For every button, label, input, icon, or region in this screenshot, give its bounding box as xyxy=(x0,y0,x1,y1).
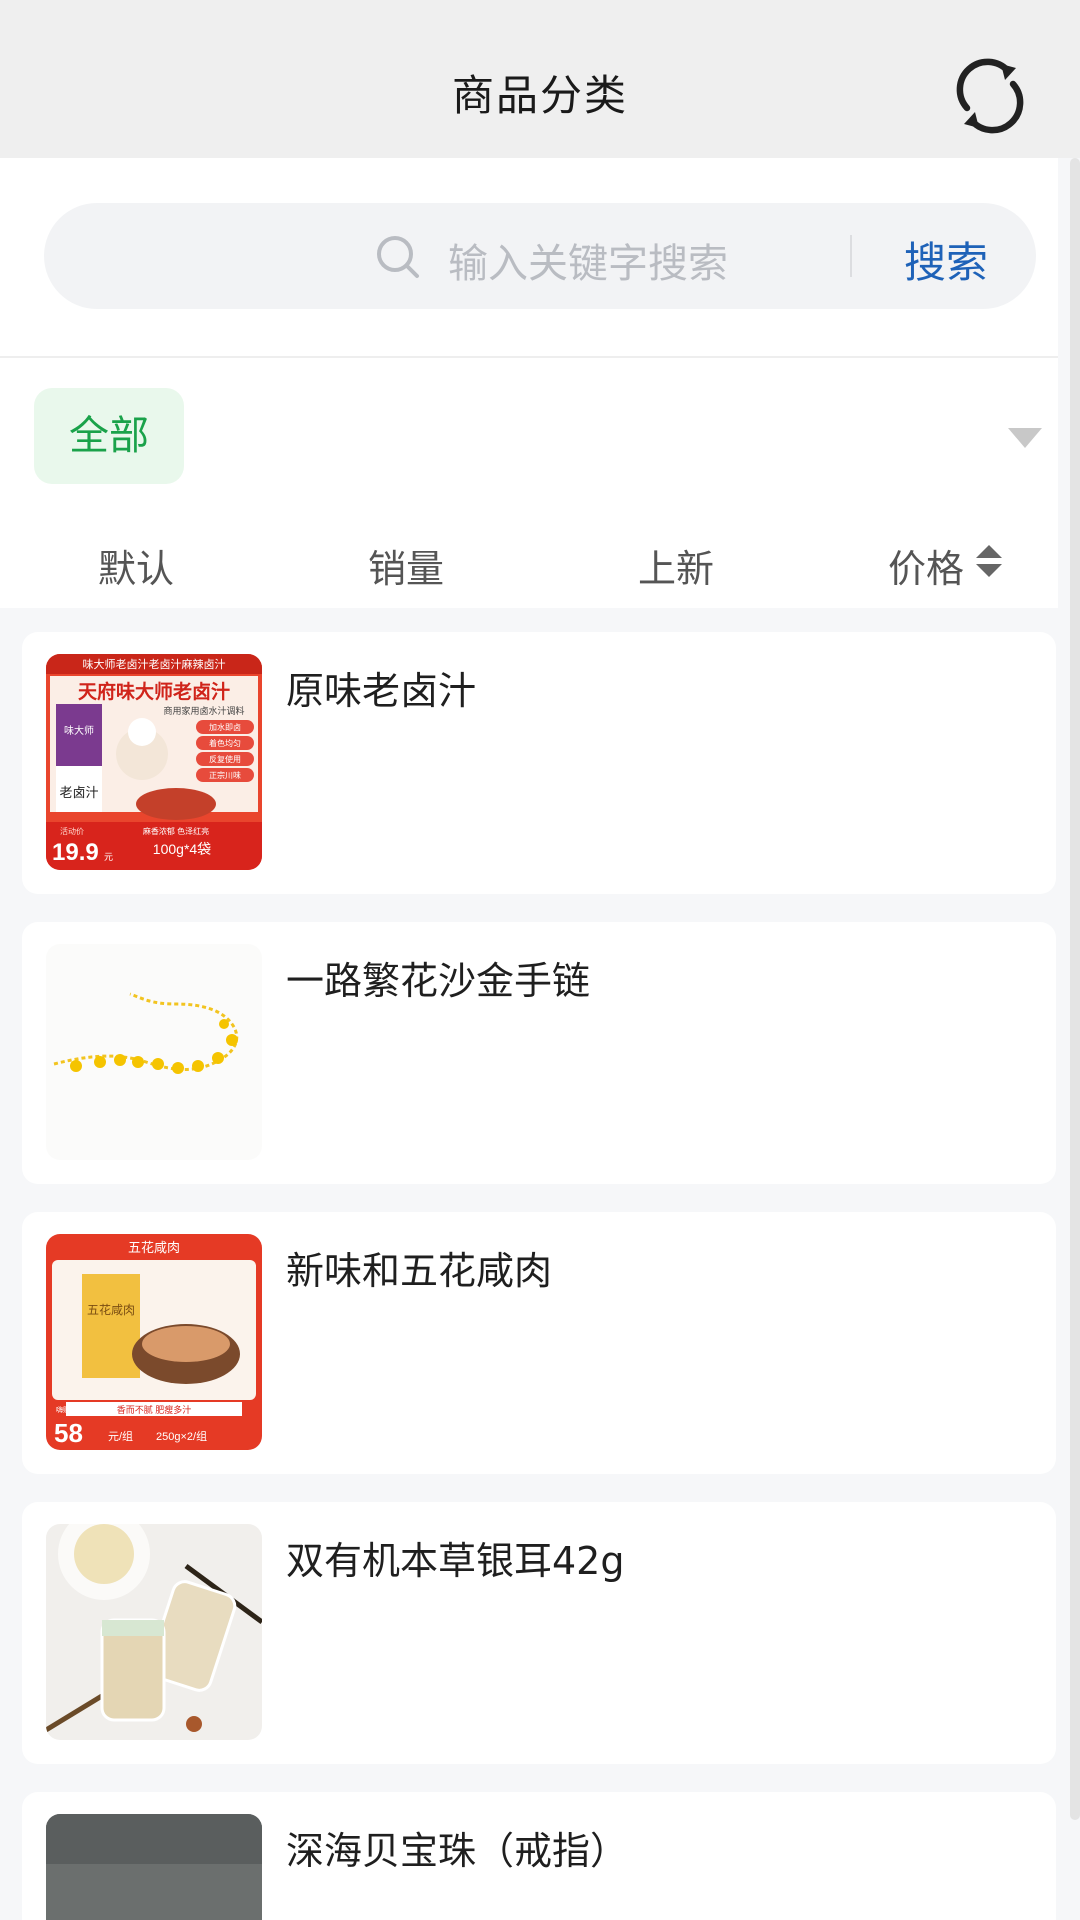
thumb-feature: 加水即卤 xyxy=(209,722,241,732)
product-card[interactable]: 双有机本草银耳42g xyxy=(22,1502,1056,1764)
thumb-price-tag: 嗨购价 xyxy=(56,1405,77,1414)
product-image: 味大师老卤汁老卤汁麻辣卤汁 天府味大师老卤汁 商用家用卤水汁调料 味大师 老卤汁… xyxy=(46,654,262,870)
scrollbar[interactable] xyxy=(1070,158,1080,1820)
product-title[interactable]: 新味和五花咸肉 xyxy=(286,1240,552,1295)
search-input[interactable]: 输入关键字搜索 搜索 xyxy=(44,203,1036,309)
page-title: 商品分类 xyxy=(451,71,628,120)
thumb-spec: 250g×2/组 xyxy=(156,1429,207,1443)
chevron-down-icon[interactable] xyxy=(1008,428,1042,448)
product-card[interactable]: 味大师老卤汁老卤汁麻辣卤汁 天府味大师老卤汁 商用家用卤水汁调料 味大师 老卤汁… xyxy=(22,632,1056,894)
search-placeholder: 输入关键字搜索 xyxy=(448,241,728,287)
product-title[interactable]: 一路繁花沙金手链 xyxy=(286,950,590,1005)
thumb-price: 19.9 xyxy=(52,839,99,866)
thumb-feature: 正宗川味 xyxy=(209,770,241,780)
sort-tab-new[interactable]: 上新 xyxy=(638,538,714,593)
product-image xyxy=(46,1524,262,1740)
thumb-package-text: 五花咸肉 xyxy=(87,1302,135,1317)
search-section: 输入关键字搜索 搜索 xyxy=(0,158,1058,358)
product-card[interactable]: 五花咸肉 五花咸肉 香而不腻 肥瘦多汁 嗨购价 58 元/组 250g×2/组 … xyxy=(22,1212,1056,1474)
thumb-spec: 100g*4袋 xyxy=(153,841,211,857)
product-title[interactable]: 原味老卤汁 xyxy=(286,660,476,715)
thumb-feature: 反复使用 xyxy=(209,754,241,764)
product-title[interactable]: 双有机本草银耳42g xyxy=(286,1530,624,1585)
thumb-price-tag: 活动价 xyxy=(60,826,84,836)
thumb-price-unit: 元/组 xyxy=(108,1429,133,1443)
thumb-price-unit: 元 xyxy=(104,852,113,862)
search-icon xyxy=(377,236,419,278)
sort-tab-price[interactable]: 价格 xyxy=(888,538,964,593)
thumb-banner: 五花咸肉 xyxy=(128,1240,180,1255)
category-chip-all[interactable]: 全部 xyxy=(34,388,184,484)
product-image: 五花咸肉 五花咸肉 香而不腻 肥瘦多汁 嗨购价 58 元/组 250g×2/组 xyxy=(46,1234,262,1450)
product-image xyxy=(46,944,262,1160)
product-card[interactable]: 深海贝宝珠（戒指） xyxy=(22,1792,1056,1920)
sort-tab-default[interactable]: 默认 xyxy=(98,538,174,593)
sort-arrows-icon[interactable] xyxy=(974,541,1004,581)
thumb-package-brand: 味大师 xyxy=(64,724,94,737)
refresh-icon xyxy=(956,58,1024,134)
thumb-top-banner: 味大师老卤汁老卤汁麻辣卤汁 xyxy=(83,657,226,671)
filter-section: 全部 默认 销量 上新 价格 xyxy=(0,358,1058,608)
thumb-tagline: 麻香浓郁 色泽红亮 xyxy=(143,826,209,836)
refresh-button[interactable] xyxy=(950,56,1030,136)
product-image xyxy=(46,1814,262,1920)
search-divider xyxy=(850,235,852,277)
thumb-subline: 商用家用卤水汁调料 xyxy=(163,705,244,716)
header-bar: 商品分类 xyxy=(0,0,1080,158)
thumb-price: 58 xyxy=(54,1418,83,1448)
thumb-tagline: 香而不腻 肥瘦多汁 xyxy=(117,1404,192,1415)
product-title[interactable]: 深海贝宝珠（戒指） xyxy=(286,1820,628,1875)
thumb-package-text: 老卤汁 xyxy=(59,785,98,800)
product-card[interactable]: 一路繁花沙金手链 xyxy=(22,922,1056,1184)
search-button[interactable]: 搜索 xyxy=(904,229,988,290)
sort-tab-sales[interactable]: 销量 xyxy=(368,538,444,593)
thumb-feature: 着色均匀 xyxy=(209,738,241,748)
thumb-headline: 天府味大师老卤汁 xyxy=(78,680,230,703)
